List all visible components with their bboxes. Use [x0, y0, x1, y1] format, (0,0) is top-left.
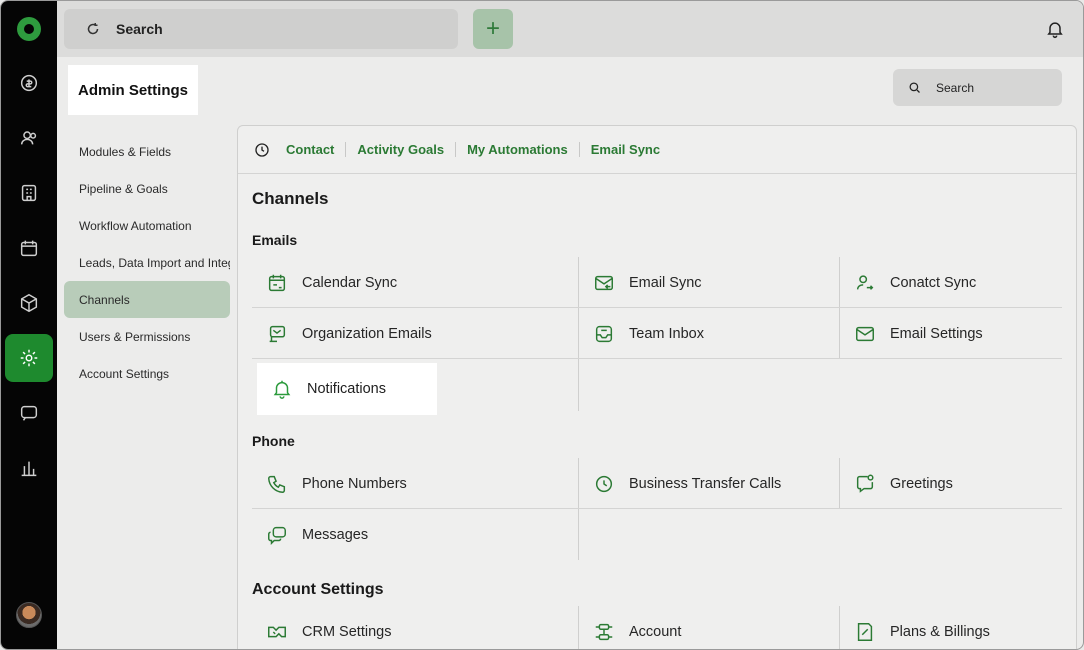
tile-phone-numbers[interactable]: Phone Numbers	[252, 458, 578, 509]
section-title-account-settings: Account Settings	[252, 581, 384, 598]
tile-team-inbox[interactable]: Team Inbox	[579, 308, 839, 359]
tile-label: Business Transfer Calls	[629, 475, 782, 492]
section-title-phone: Phone	[252, 433, 295, 449]
tile-label: Team Inbox	[629, 325, 704, 342]
tile-crm-settings[interactable]: CRM Settings	[252, 606, 578, 649]
tile-label: Organization Emails	[302, 325, 432, 342]
tile-calendar-sync[interactable]: Calendar Sync	[252, 257, 578, 308]
account-icon	[595, 623, 613, 640]
clock-icon	[595, 475, 613, 492]
crm-settings-icon	[268, 626, 286, 637]
tile-notifications[interactable]: Notifications	[257, 363, 437, 415]
tile-messages[interactable]: Messages	[252, 509, 578, 560]
icon-rail	[1, 1, 57, 649]
tile-account[interactable]: Account	[579, 606, 839, 649]
nav-item-channels[interactable]: Channels	[64, 281, 230, 318]
recent-clock-icon	[255, 142, 269, 157]
tile-email-sync[interactable]: Email Sync	[579, 257, 839, 308]
nav-item-workflow-automation[interactable]: Workflow Automation	[64, 207, 230, 244]
calendar-icon[interactable]	[15, 234, 43, 262]
tile-email-settings[interactable]: Email Settings	[840, 308, 1062, 359]
calendar-sync-icon	[268, 274, 286, 291]
tile-label: Conatct Sync	[890, 274, 977, 291]
nav-item-leads-import[interactable]: Leads, Data Import and Integrations	[64, 244, 230, 281]
user-avatar[interactable]	[16, 602, 42, 628]
tile-label: Email Sync	[629, 274, 702, 291]
tile-label: Email Settings	[890, 325, 983, 342]
tile-label: Plans & Billings	[890, 623, 990, 640]
email-sync-icon	[595, 275, 613, 290]
section-title-emails: Emails	[252, 232, 298, 248]
add-button[interactable]: +	[473, 9, 513, 49]
tile-greetings[interactable]: Greetings	[840, 458, 1062, 509]
billing-icon	[857, 622, 873, 641]
quick-link-contact[interactable]: Contact	[286, 142, 345, 157]
company-icon[interactable]	[15, 179, 43, 207]
tile-label: Notifications	[307, 381, 386, 397]
nav-item-users-permissions[interactable]: Users & Permissions	[64, 318, 230, 355]
settings-search-label: Search	[936, 80, 975, 95]
tile-label: Messages	[302, 526, 369, 543]
tile-label: CRM Settings	[302, 623, 392, 640]
email-settings-icon	[856, 326, 874, 341]
tile-label: Greetings	[890, 475, 953, 492]
quick-link-my-automations[interactable]: My Automations	[455, 142, 579, 157]
bell-icon	[273, 380, 291, 399]
tile-contact-sync[interactable]: Conatct Sync	[840, 257, 1062, 308]
search-icon	[87, 23, 99, 35]
quick-link-email-sync[interactable]: Email Sync	[578, 142, 671, 157]
nav-item-pipeline-goals[interactable]: Pipeline & Goals	[64, 170, 230, 207]
tile-label: Calendar Sync	[302, 274, 398, 291]
organization-emails-icon	[269, 325, 286, 342]
phone-icon	[268, 475, 286, 493]
section-title-channels: Channels	[252, 189, 329, 208]
nav-item-modules-fields[interactable]: Modules & Fields	[64, 133, 230, 170]
settings-nav: Modules & Fields Pipeline & Goals Workfl…	[64, 133, 230, 392]
quick-link-activity-goals[interactable]: Activity Goals	[345, 142, 455, 157]
settings-search[interactable]: Search	[893, 69, 1062, 106]
app-logo[interactable]	[17, 17, 41, 41]
quick-links-bar: Contact Activity Goals My Automations Em…	[238, 126, 1076, 174]
chat-icon[interactable]	[15, 399, 43, 427]
notifications-bell-icon[interactable]	[1045, 19, 1065, 39]
settings-icon[interactable]	[15, 344, 43, 372]
search-icon	[909, 82, 920, 93]
messages-icon	[268, 526, 286, 545]
nav-item-account-settings[interactable]: Account Settings	[64, 355, 230, 392]
tile-organization-emails[interactable]: Organization Emails	[252, 308, 578, 359]
global-search-label: Search	[116, 21, 163, 37]
team-inbox-icon	[595, 325, 613, 342]
tile-plans-billings[interactable]: Plans & Billings	[840, 606, 1062, 649]
deals-icon[interactable]	[15, 69, 43, 97]
page-title: Admin Settings	[68, 65, 198, 115]
tile-label: Account	[629, 623, 682, 640]
contacts-icon[interactable]	[15, 124, 43, 152]
contact-sync-icon	[856, 274, 874, 290]
tile-business-transfer-calls[interactable]: Business Transfer Calls	[579, 458, 839, 509]
reports-icon[interactable]	[15, 454, 43, 482]
global-search[interactable]: Search	[64, 9, 458, 49]
greetings-icon	[856, 474, 874, 493]
app-window: Search + Admin Settings Search Modules &…	[0, 0, 1084, 650]
products-icon[interactable]	[15, 289, 43, 317]
tile-label: Phone Numbers	[302, 475, 407, 492]
